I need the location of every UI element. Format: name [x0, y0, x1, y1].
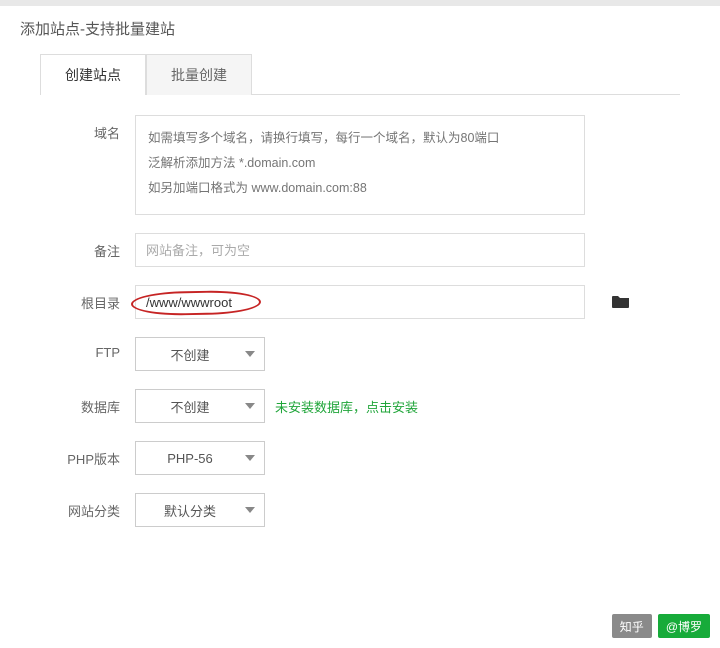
tab-create-site[interactable]: 创建站点 — [40, 54, 146, 95]
php-select[interactable]: PHP-56 — [135, 441, 265, 475]
database-select[interactable]: 不创建 — [135, 389, 265, 423]
row-ftp: FTP 不创建 — [40, 337, 680, 371]
rootdir-input[interactable] — [135, 285, 585, 319]
brand-badge: 知乎 — [612, 614, 652, 638]
row-domain: 域名 — [40, 115, 680, 215]
tabs: 创建站点 批量创建 — [40, 54, 680, 95]
row-php: PHP版本 PHP-56 — [40, 441, 680, 475]
folder-icon[interactable] — [612, 294, 630, 311]
remark-input[interactable] — [135, 233, 585, 267]
row-database: 数据库 不创建 未安装数据库，点击安装 — [40, 389, 680, 423]
tab-batch-create[interactable]: 批量创建 — [146, 54, 252, 95]
modal: 添加站点-支持批量建站 创建站点 批量创建 域名 备注 根目录 — [0, 0, 720, 648]
row-rootdir: 根目录 — [40, 285, 680, 319]
modal-title: 添加站点-支持批量建站 — [0, 6, 720, 54]
label-remark: 备注 — [40, 233, 135, 260]
form: 域名 备注 根目录 FTP 不创 — [0, 95, 720, 565]
label-php: PHP版本 — [40, 441, 135, 468]
author-badge: @博罗 — [658, 614, 710, 638]
row-category: 网站分类 默认分类 — [40, 493, 680, 527]
label-category: 网站分类 — [40, 493, 135, 520]
row-remark: 备注 — [40, 233, 680, 267]
database-hint[interactable]: 未安装数据库，点击安装 — [275, 397, 418, 416]
category-select[interactable]: 默认分类 — [135, 493, 265, 527]
watermark: 知乎 @博罗 — [612, 614, 710, 638]
label-domain: 域名 — [40, 115, 135, 142]
label-ftp: FTP — [40, 337, 135, 360]
label-rootdir: 根目录 — [40, 285, 135, 312]
ftp-select[interactable]: 不创建 — [135, 337, 265, 371]
label-database: 数据库 — [40, 389, 135, 416]
domain-input[interactable] — [135, 115, 585, 215]
